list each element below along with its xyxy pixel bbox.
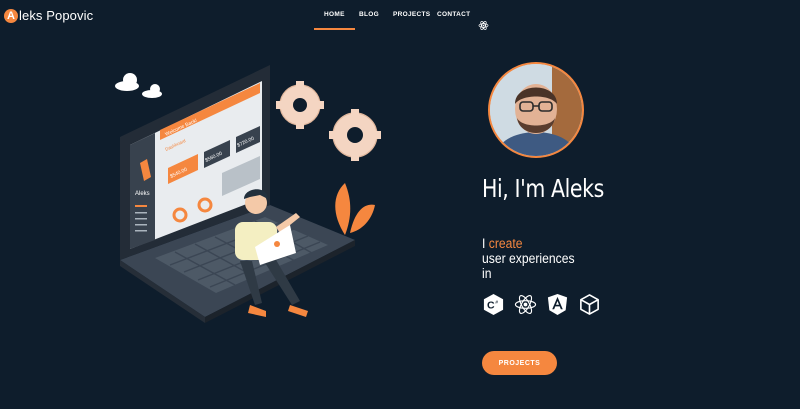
nav-blog[interactable]: BLOG	[359, 11, 379, 18]
plant-icon	[335, 183, 375, 235]
tagline-accent: create	[488, 236, 523, 251]
svg-text:C: C	[487, 299, 495, 311]
avatar	[488, 62, 584, 158]
csharp-icon: C #	[483, 293, 504, 316]
nav-home[interactable]: HOME	[314, 11, 355, 30]
tagline-line3: in	[482, 266, 492, 281]
nav-contact[interactable]: CONTACT	[437, 11, 470, 18]
sidebar-brand: Aleks	[135, 191, 150, 197]
hero-illustration: Aleks Welcome Back! Dashboard $540.00 $5…	[115, 65, 381, 323]
projects-button[interactable]: PROJECTS	[482, 351, 557, 375]
hero-greeting: Hi, I'm Aleks	[482, 174, 604, 203]
svg-text:#: #	[495, 300, 498, 306]
react-icon	[514, 295, 537, 314]
theme-toggle-icon[interactable]	[478, 20, 489, 31]
cloud-icon	[115, 73, 162, 98]
tagline-line2: user experiences	[482, 251, 575, 266]
main-nav: HOME BLOG PROJECTS CONTACT	[0, 11, 800, 31]
profile-photo	[490, 64, 582, 156]
hero-tagline: I create user experiences in	[482, 236, 575, 281]
tagline-prefix: I	[482, 236, 486, 251]
gear-icon	[279, 84, 378, 158]
angular-icon	[547, 293, 568, 316]
unity-icon	[580, 294, 599, 315]
nav-projects[interactable]: PROJECTS	[393, 11, 430, 18]
tech-stack: C #	[482, 293, 601, 316]
